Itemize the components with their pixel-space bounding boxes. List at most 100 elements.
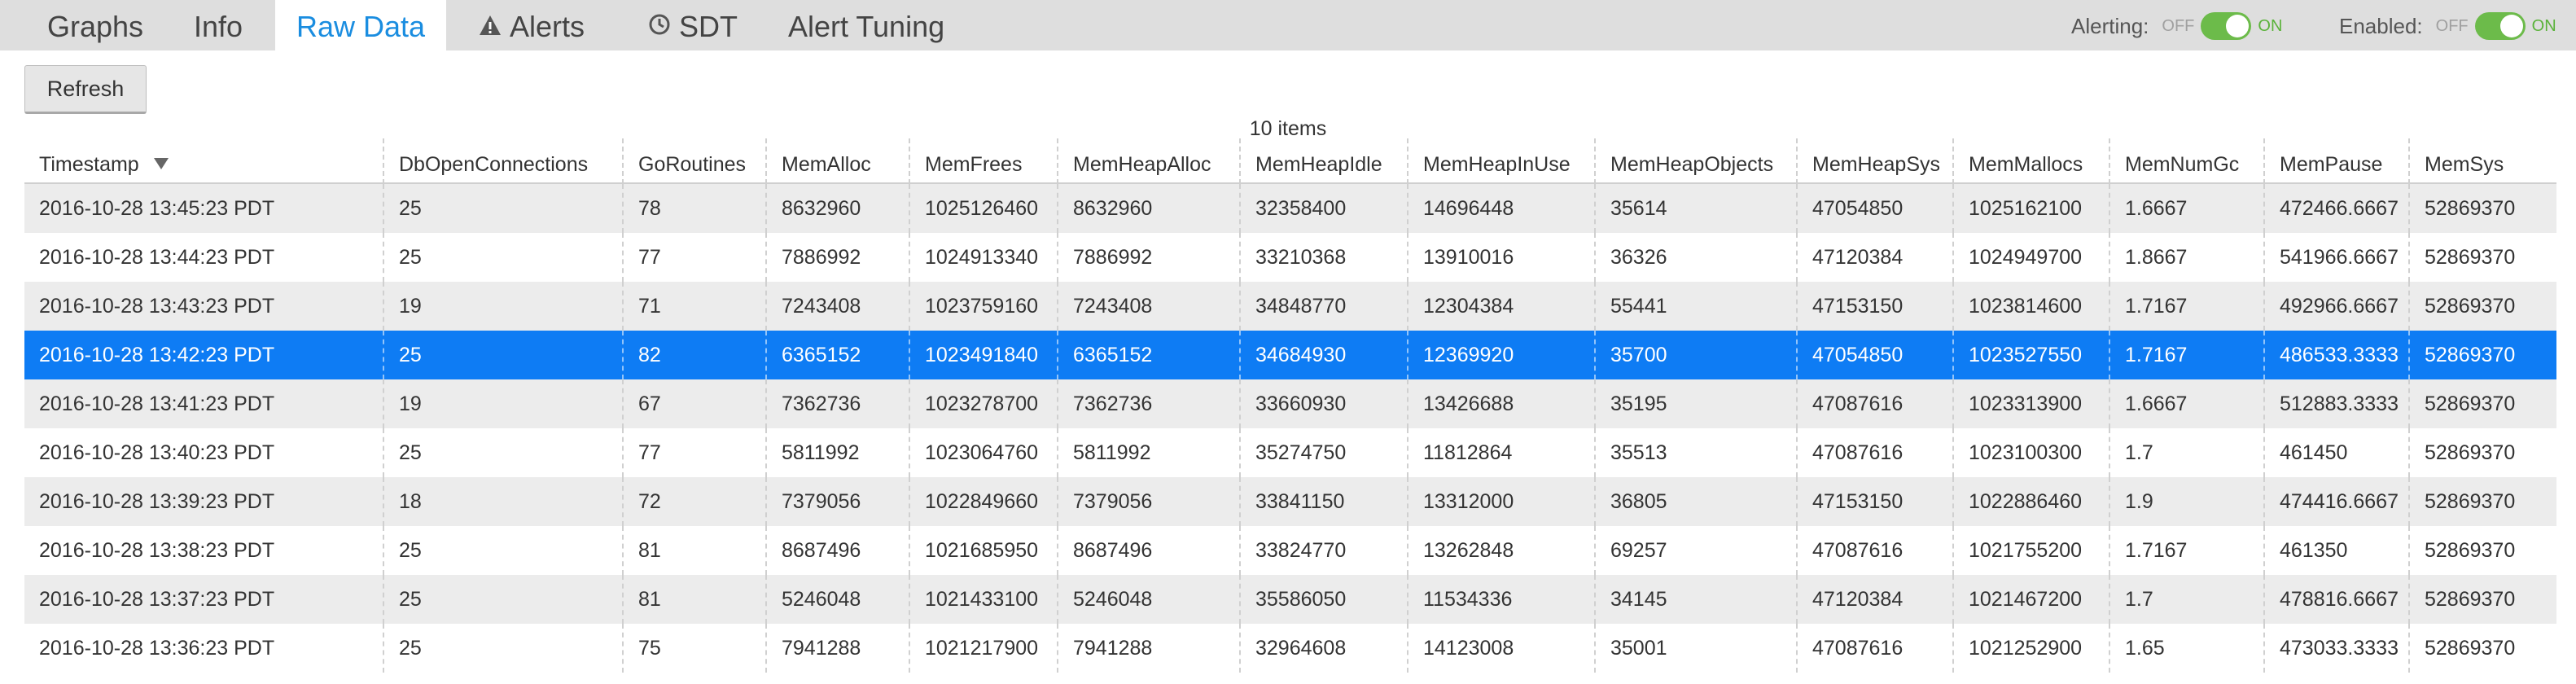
cell-mem-frees: 1021217900 <box>909 624 1038 673</box>
cell-mem-heap-alloc: 8687496 <box>1057 526 1152 575</box>
column-header-mem-num-gc[interactable]: MemNumGc <box>2109 138 2239 184</box>
table-row[interactable]: 2016-10-28 13:40:23 PDT 25 77 5811992 102306… <box>24 428 2556 477</box>
cell-mem-mallocs: 1021467200 <box>1952 575 2082 624</box>
column-header-label: MemHeapAlloc <box>1073 153 1211 176</box>
column-header-mem-heap-alloc[interactable]: MemHeapAlloc <box>1057 138 1211 184</box>
cell-mem-sys: 52869370 <box>2408 233 2515 282</box>
cell-mem-heap-idle: 34684930 <box>1239 331 1346 379</box>
cell-mem-heap-sys: 47087616 <box>1796 526 1903 575</box>
table-row-selected[interactable]: 2016-10-28 13:42:23 PDT 25 82 6365152 102349… <box>24 331 2556 379</box>
cell-mem-heap-idle: 32358400 <box>1239 184 1346 233</box>
table-row[interactable]: 2016-10-28 13:39:23 PDT 18 72 7379056 102284… <box>24 477 2556 526</box>
tab-info[interactable]: Info <box>173 0 264 50</box>
cell-timestamp: 2016-10-28 13:40:23 PDT <box>39 441 275 464</box>
column-header-go-routines[interactable]: GoRoutines <box>622 138 746 184</box>
tab-graphs[interactable]: Graphs <box>26 0 164 50</box>
cell-mem-alloc: 7379056 <box>765 477 861 526</box>
cell-mem-sys: 52869370 <box>2408 331 2515 379</box>
enabled-on-label: ON <box>2531 16 2556 35</box>
table-row[interactable]: 2016-10-28 13:37:23 PDT 25 81 5246048 102143… <box>24 575 2556 624</box>
column-header-label: MemHeapObjects <box>1610 153 1774 176</box>
sort-descending-icon[interactable] <box>153 158 169 170</box>
table-row[interactable]: 2016-10-28 13:41:23 PDT 19 67 7362736 102327… <box>24 379 2556 428</box>
cell-db-open-connections: 18 <box>383 477 422 526</box>
cell-mem-heap-idle: 33841150 <box>1239 477 1344 526</box>
cell-mem-heap-sys: 47087616 <box>1796 428 1903 477</box>
cell-db-open-connections: 25 <box>383 233 422 282</box>
table-row[interactable]: 2016-10-28 13:44:23 PDT 25 77 7886992 102491… <box>24 233 2556 282</box>
column-header-db-open-connections[interactable]: DbOpenConnections <box>383 138 588 184</box>
column-header-mem-pause[interactable]: MemPause <box>2263 138 2382 184</box>
cell-mem-heap-idle: 34848770 <box>1239 282 1346 331</box>
column-header-mem-sys[interactable]: MemSys <box>2408 138 2504 184</box>
cell-mem-mallocs: 1023100300 <box>1952 428 2082 477</box>
enabled-off-label: OFF <box>2435 16 2469 35</box>
cell-mem-heap-idle: 33210368 <box>1239 233 1346 282</box>
cell-mem-alloc: 6365152 <box>765 331 861 379</box>
cell-mem-num-gc: 1.7 <box>2109 575 2153 624</box>
alerting-toggle[interactable] <box>2201 12 2252 40</box>
cell-mem-heap-idle: 35274750 <box>1239 428 1346 477</box>
cell-mem-heap-alloc: 7379056 <box>1057 477 1152 526</box>
cell-mem-num-gc: 1.7167 <box>2109 526 2187 575</box>
column-header-mem-mallocs[interactable]: MemMallocs <box>1952 138 2083 184</box>
enabled-toggle[interactable] <box>2474 12 2526 40</box>
column-header-label: MemHeapIdle <box>1255 153 1382 176</box>
cell-mem-heap-in-use: 11534336 <box>1407 575 1512 624</box>
refresh-button[interactable]: Refresh <box>24 65 147 114</box>
cell-mem-mallocs: 1025162100 <box>1952 184 2082 233</box>
tab-alerts[interactable]: Alerts <box>458 0 606 50</box>
cell-mem-pause: 478816.6667 <box>2263 575 2399 624</box>
cell-mem-heap-idle: 33660930 <box>1239 379 1346 428</box>
cell-mem-heap-alloc: 7941288 <box>1057 624 1152 673</box>
cell-mem-heap-objects: 69257 <box>1594 526 1667 575</box>
cell-mem-heap-alloc: 5246048 <box>1057 575 1152 624</box>
column-header-label: MemHeapInUse <box>1423 153 1571 176</box>
cell-mem-heap-sys: 47120384 <box>1796 233 1903 282</box>
cell-mem-frees: 1021685950 <box>909 526 1038 575</box>
cell-mem-alloc: 7941288 <box>765 624 861 673</box>
cell-mem-sys: 52869370 <box>2408 477 2515 526</box>
cell-timestamp: 2016-10-28 13:43:23 PDT <box>39 295 275 318</box>
cell-mem-sys: 52869370 <box>2408 379 2515 428</box>
column-header-mem-heap-in-use[interactable]: MemHeapInUse <box>1407 138 1571 184</box>
tab-raw-data[interactable]: Raw Data <box>275 0 447 50</box>
cell-mem-pause: 541966.6667 <box>2263 233 2399 282</box>
cell-go-routines: 82 <box>622 331 661 379</box>
cell-mem-pause: 472466.6667 <box>2263 184 2399 233</box>
cell-mem-mallocs: 1023527550 <box>1952 331 2082 379</box>
table-row[interactable]: 2016-10-28 13:43:23 PDT 19 71 7243408 102375… <box>24 282 2556 331</box>
tab-sdt[interactable]: SDT <box>627 0 759 50</box>
cell-mem-num-gc: 1.6667 <box>2109 379 2187 428</box>
table-row[interactable]: 2016-10-28 13:36:23 PDT 25 75 7941288 102121… <box>24 624 2556 673</box>
table-row[interactable]: 2016-10-28 13:38:23 PDT 25 81 8687496 102168… <box>24 526 2556 575</box>
cell-db-open-connections: 25 <box>383 428 422 477</box>
cell-mem-mallocs: 1022886460 <box>1952 477 2082 526</box>
column-header-timestamp[interactable]: Timestamp <box>24 138 169 184</box>
item-count: 10 items <box>1249 117 1327 140</box>
cell-db-open-connections: 25 <box>383 575 422 624</box>
cell-timestamp: 2016-10-28 13:45:23 PDT <box>39 197 275 220</box>
cell-mem-num-gc: 1.7 <box>2109 428 2153 477</box>
column-header-mem-heap-sys[interactable]: MemHeapSys <box>1796 138 1940 184</box>
alerting-off-label: OFF <box>2162 16 2195 35</box>
cell-mem-heap-sys: 47054850 <box>1796 184 1903 233</box>
table-row[interactable]: 2016-10-28 13:45:23 PDT 25 78 8632960 102512… <box>24 184 2556 233</box>
cell-mem-frees: 1022849660 <box>909 477 1038 526</box>
alerting-toggle-group: Alerting: OFF ON <box>2071 10 2282 42</box>
cell-mem-frees: 1021433100 <box>909 575 1038 624</box>
cell-mem-num-gc: 1.7167 <box>2109 331 2187 379</box>
cell-mem-heap-objects: 35001 <box>1594 624 1667 673</box>
cell-mem-heap-objects: 35195 <box>1594 379 1667 428</box>
tab-alert-tuning[interactable]: Alert Tuning <box>767 0 966 50</box>
column-header-mem-alloc[interactable]: MemAlloc <box>765 138 871 184</box>
column-header-mem-frees[interactable]: MemFrees <box>909 138 1022 184</box>
column-header-label: MemHeapSys <box>1812 153 1940 176</box>
tab-label: Info <box>194 10 243 43</box>
column-header-mem-heap-idle[interactable]: MemHeapIdle <box>1239 138 1382 184</box>
column-header-mem-heap-objects[interactable]: MemHeapObjects <box>1594 138 1773 184</box>
cell-db-open-connections: 25 <box>383 624 422 673</box>
column-header-label: MemNumGc <box>2125 153 2240 176</box>
cell-timestamp: 2016-10-28 13:38:23 PDT <box>39 539 275 562</box>
alerting-label: Alerting: <box>2071 13 2149 38</box>
